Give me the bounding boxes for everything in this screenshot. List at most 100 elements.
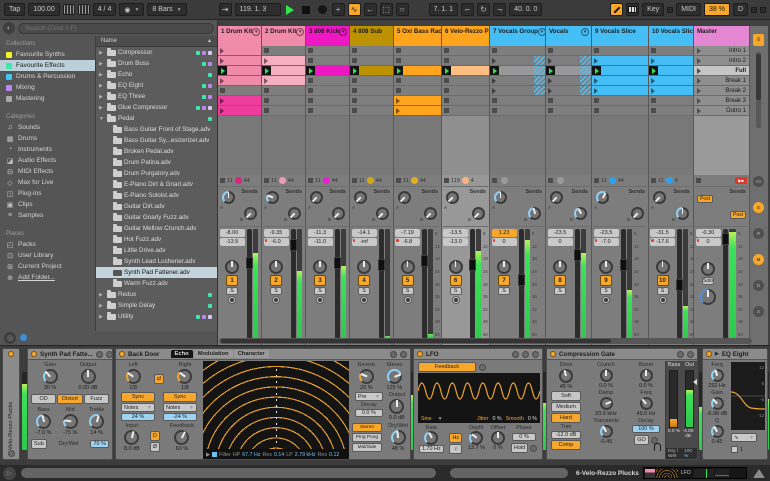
file-list-item[interactable]: ▶Drum Buss	[96, 58, 217, 69]
vscroll-thumb[interactable]	[756, 54, 761, 100]
arm-button[interactable]	[360, 296, 368, 304]
clip-stop-slot[interactable]	[218, 86, 261, 96]
send-a-knob[interactable]	[550, 191, 563, 204]
track-stop-button[interactable]	[352, 178, 357, 183]
echo-left-knob[interactable]	[126, 369, 141, 384]
send-b-knob[interactable]	[676, 207, 689, 220]
decay-value[interactable]: 0.0 %	[355, 409, 383, 417]
clip-stop-slot[interactable]	[442, 106, 489, 116]
clip-slot[interactable]	[490, 76, 545, 86]
sidebar-item-category-2[interactable]: ◔Instruments	[0, 144, 95, 155]
sidebar-item-collection-0[interactable]: Favourite Synths	[0, 49, 95, 60]
volume-value-box[interactable]: -23.5	[594, 229, 619, 237]
clip-stop-slot[interactable]	[394, 86, 441, 96]
clip-slot[interactable]	[490, 56, 545, 66]
track-stop-button[interactable]	[492, 178, 497, 183]
clip-slot[interactable]	[490, 86, 545, 96]
hscroll-thumb[interactable]	[221, 339, 611, 343]
fader-handle[interactable]	[722, 233, 729, 245]
fader-handle[interactable]	[290, 239, 297, 251]
expand-arrow-icon[interactable]: ▶	[99, 83, 105, 89]
clip-stop-slot[interactable]	[306, 106, 349, 116]
hot-swap-icon[interactable]	[677, 351, 684, 358]
pan-value-box[interactable]: -13.5	[220, 238, 245, 246]
fader-handle[interactable]	[518, 274, 525, 286]
pan-knob[interactable]	[599, 260, 613, 274]
drive-knob[interactable]	[559, 369, 573, 383]
fader-handle[interactable]	[334, 257, 341, 269]
playing-clip-button[interactable]	[649, 66, 658, 75]
send-a-knob[interactable]	[398, 191, 411, 204]
send-b-post-button[interactable]: Post	[730, 211, 746, 219]
session-horizontal-scrollbar[interactable]	[219, 338, 752, 344]
send-a-knob[interactable]	[222, 191, 235, 204]
reverb-knob[interactable]	[359, 369, 374, 384]
go-button[interactable]: GO	[634, 435, 649, 445]
back-to-arrangement-button[interactable]: ▶■	[735, 177, 747, 184]
session-record-button[interactable]: ○	[396, 3, 409, 16]
track-activator-button[interactable]: 6	[450, 275, 462, 286]
solo-button[interactable]: S	[226, 287, 238, 295]
gain-knob[interactable]	[711, 397, 724, 410]
clip-stop-slot[interactable]	[350, 106, 393, 116]
playing-clip-button[interactable]	[394, 66, 403, 75]
eq-curve-display[interactable]: 126-6-12	[731, 362, 765, 430]
clip-stop-slot[interactable]	[350, 86, 393, 96]
send-a-knob[interactable]	[494, 191, 507, 204]
scene-launch-slot[interactable]: Break 2	[694, 86, 749, 96]
clip-stop-slot[interactable]	[546, 106, 591, 116]
pan-knob[interactable]	[449, 260, 463, 274]
file-list-item[interactable]: ▶Simple Delay	[96, 300, 217, 311]
echo-input-knob[interactable]	[124, 430, 139, 445]
clip-stop-slot[interactable]	[649, 46, 693, 56]
cue-volume-knob[interactable]	[700, 289, 716, 305]
send-b-knob[interactable]	[631, 207, 644, 220]
device-on-icon[interactable]	[417, 351, 423, 357]
phase-invert-button[interactable]: Ø	[150, 442, 160, 452]
pan-knob[interactable]	[225, 260, 239, 274]
track-activator-button[interactable]: 10	[657, 275, 669, 286]
track-stop-button[interactable]	[444, 178, 449, 183]
midi-map-button[interactable]: MIDI	[676, 3, 701, 16]
drive-mode-hard[interactable]: Hard	[551, 413, 581, 423]
expand-arrow-icon[interactable]: ▶	[99, 303, 105, 309]
sidebar-item-place-0[interactable]: ◰Packs	[0, 239, 95, 250]
send-b-knob[interactable]	[244, 207, 257, 220]
clip-slot[interactable]	[592, 66, 648, 76]
fader-handle[interactable]	[469, 259, 476, 271]
track-activator-button[interactable]: 2	[270, 275, 282, 286]
clip-stop-slot[interactable]	[394, 76, 441, 86]
browser-collapse-icon[interactable]: ◐	[3, 22, 15, 34]
pan-knob[interactable]	[401, 260, 415, 274]
expand-arrow-icon[interactable]: ▶	[99, 105, 105, 111]
send-a-knob[interactable]	[596, 191, 609, 204]
volume-value-box[interactable]: -31.5	[650, 229, 675, 237]
fader-handle[interactable]	[620, 259, 627, 271]
clip-stop-slot[interactable]	[592, 96, 648, 106]
track-header[interactable]: 3 808 Kick▾	[306, 26, 349, 46]
bass-knob[interactable]	[36, 414, 51, 429]
band-enable-checkbox[interactable]	[731, 446, 738, 453]
echo-tunnel-display[interactable]: ▶FilterHP67.7 HzRes0.14LP2.79 kHzRes0.12	[203, 361, 349, 460]
clip-stop-slot[interactable]	[350, 56, 393, 66]
clip-slot[interactable]	[218, 76, 261, 86]
send-b-knob[interactable]	[472, 207, 485, 220]
volume-fader[interactable]	[335, 229, 340, 339]
echo-output-knob[interactable]	[389, 399, 404, 414]
q-knob[interactable]	[711, 425, 724, 438]
track-header[interactable]: 9 Vocals Slice	[592, 26, 648, 46]
punch-out-button[interactable]: ¬	[493, 3, 506, 16]
send-b-knob[interactable]	[288, 207, 301, 220]
arm-button[interactable]	[316, 296, 324, 304]
expand-arrow-icon[interactable]: ▶	[99, 292, 105, 298]
clip-slot[interactable]	[592, 76, 648, 86]
play-button[interactable]	[284, 3, 297, 16]
loop-start-field[interactable]: 7. 1. 1	[429, 3, 458, 16]
expand-arrow-icon[interactable]: ▶	[99, 94, 105, 100]
clip-stop-slot[interactable]	[394, 56, 441, 66]
master-solo-button[interactable]: Solo	[702, 277, 714, 285]
sync-mode-dropdown[interactable]: Notes▼	[121, 403, 155, 412]
offset-knob[interactable]	[491, 431, 505, 445]
decay-value[interactable]: 100 %	[632, 425, 660, 433]
clip-stop-slot[interactable]	[649, 106, 693, 116]
